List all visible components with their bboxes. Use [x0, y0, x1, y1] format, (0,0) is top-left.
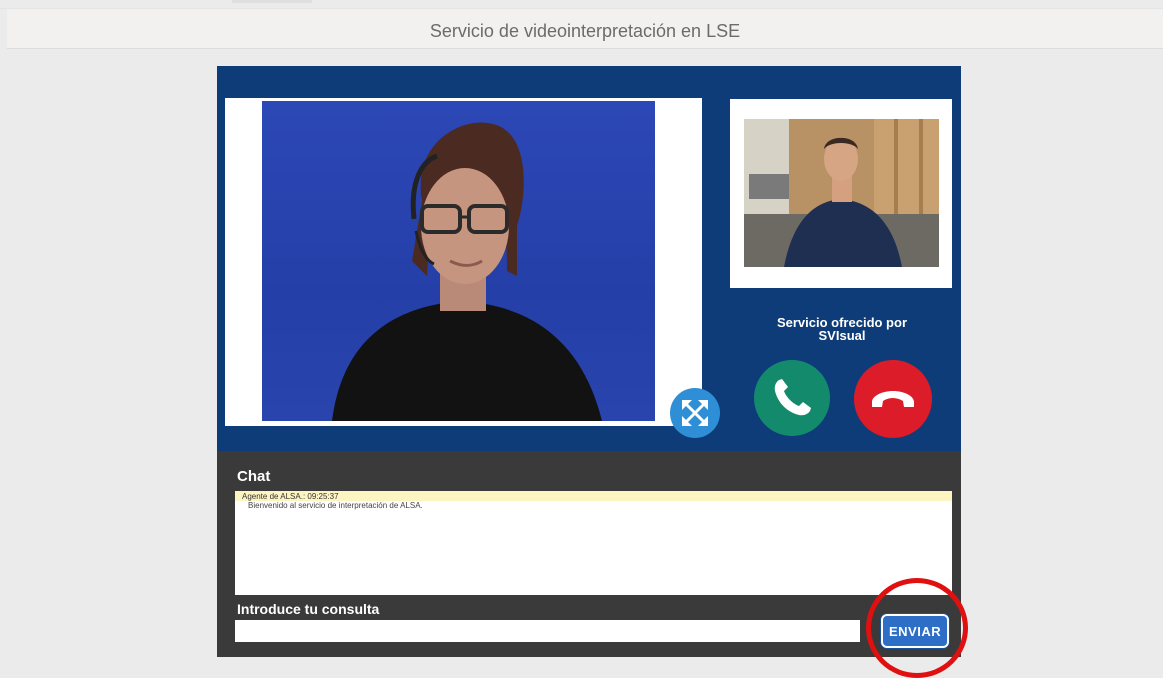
video-panel: Servicio ofrecido por SVIsual — [217, 66, 961, 451]
chat-message-text: Bienvenido al servicio de interpretación… — [248, 501, 423, 510]
query-label: Introduce tu consulta — [237, 601, 380, 617]
page-title: Servicio de videointerpretación en LSE — [429, 21, 741, 41]
chat-message-header: Agente de ALSA.: 09:25:37 — [235, 491, 952, 501]
local-video-frame — [730, 99, 952, 288]
call-button[interactable] — [754, 360, 830, 436]
expand-icon — [682, 400, 708, 426]
user-figure — [744, 119, 939, 267]
remote-video — [262, 101, 655, 421]
provider-line2: SVIsual — [818, 328, 866, 343]
interpreter-figure — [332, 122, 602, 421]
query-input[interactable] — [235, 620, 860, 642]
send-button[interactable]: ENVIAR — [881, 614, 949, 648]
hangup-icon — [872, 391, 914, 407]
hangup-button[interactable] — [854, 360, 932, 438]
local-video — [744, 119, 939, 267]
provider-text: Servicio ofrecido por SVIsual — [737, 316, 947, 342]
remote-video-frame — [225, 98, 702, 426]
fullscreen-button[interactable] — [670, 388, 720, 438]
page-header: Servicio de videointerpretación en LSE — [7, 9, 1163, 49]
chat-section: Chat Agente de ALSA.: 09:25:37 Bienvenid… — [217, 451, 961, 657]
chat-log[interactable]: Agente de ALSA.: 09:25:37 Bienvenido al … — [235, 491, 952, 595]
top-logo-fragment — [232, 0, 312, 3]
chat-title: Chat — [237, 468, 271, 485]
phone-icon — [774, 379, 811, 416]
